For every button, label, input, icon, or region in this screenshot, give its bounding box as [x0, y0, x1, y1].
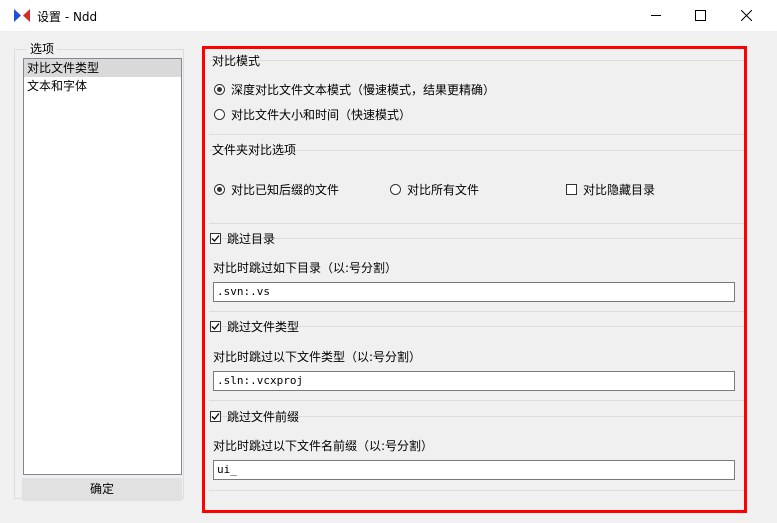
option-item-text-and-font[interactable]: 文本和字体	[24, 77, 181, 95]
minimize-button[interactable]	[633, 0, 679, 31]
ok-button[interactable]: 确定	[22, 478, 182, 501]
options-legend: 选项	[27, 40, 58, 57]
notepad-app-icon	[14, 9, 30, 22]
maximize-button[interactable]	[677, 0, 723, 31]
close-button[interactable]	[723, 0, 769, 31]
highlight-frame	[202, 46, 747, 513]
maximize-icon	[694, 10, 706, 21]
minimize-icon	[650, 10, 662, 21]
window-title: 设置 - Ndd	[37, 10, 98, 24]
dialog-body: 选项 对比文件类型 文本和字体 确定 对比模式 深度对比文件文本模式（慢速模式，…	[0, 31, 777, 523]
title-bar: 设置 - Ndd	[0, 0, 777, 31]
option-item-compare-file-types[interactable]: 对比文件类型	[24, 59, 181, 77]
close-icon	[740, 10, 752, 21]
options-list[interactable]: 对比文件类型 文本和字体	[23, 58, 182, 475]
